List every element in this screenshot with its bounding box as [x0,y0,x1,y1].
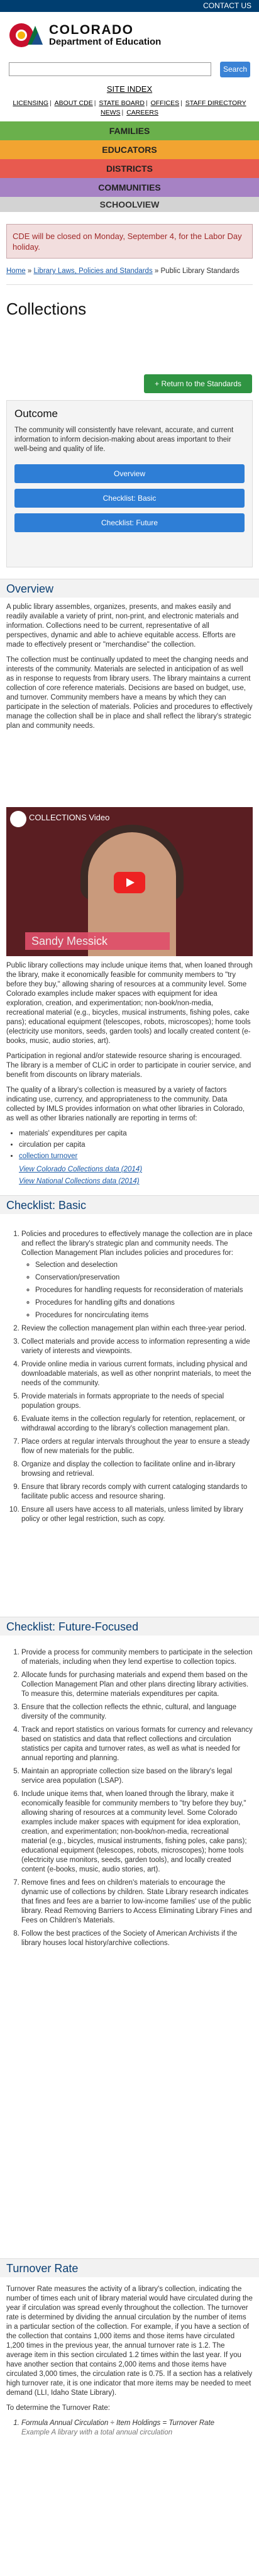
breadcrumb-library[interactable]: Library Laws, Policies and Standards [33,267,152,275]
checklist-item: Review the collection management plan wi… [21,1324,253,1334]
checklist-item: Maintain an appropriate collection size … [21,1767,253,1786]
overview-text-2: Public library collections may include u… [6,961,253,1192]
search-button[interactable]: Search [220,61,250,77]
checklist-item: Evaluate items in the collection regular… [21,1415,253,1434]
util-link-about[interactable]: ABOUT CDE [55,99,93,107]
turnover-p1: Turnover Rate measures the activity of a… [6,2285,253,2397]
sub-item: Procedures for noncirculating items [35,1311,253,1320]
checklist-basic-list: Policies and procedures to effectively m… [6,1230,253,1528]
checklist-basic-heading: Checklist: Basic [0,1195,259,1214]
util-link-licensing[interactable]: LICENSING [13,99,48,107]
colorado-data-link[interactable]: View Colorado Collections data (2014) [19,1166,142,1173]
checklist-item: Remove fines and fees on children's mate… [21,1878,253,1926]
checklist-item: Organize and display the collection to f… [21,1460,253,1479]
checklist-item: Provide materials in formats appropriate… [21,1392,253,1411]
sub-item: Conservation/preservation [35,1273,253,1283]
collections-video[interactable]: COLLECTIONS Video Sandy Messick [6,807,253,956]
checklist-item-text: Policies and procedures to effectively m… [21,1230,253,1257]
checklist-item: Collect materials and provide access to … [21,1337,253,1356]
checklist-item: Ensure all users have access to all mate… [21,1505,253,1524]
checklist-future-button[interactable]: Checklist: Future [14,513,245,532]
checklist-item: Include unique items that, when loaned t… [21,1790,253,1875]
nav-districts[interactable]: DISTRICTS [0,159,259,178]
breadcrumb-sep: » [25,267,34,275]
checklist-item: Ensure that the collection reflects the … [21,1703,253,1722]
contact-us-link[interactable]: CONTACT US [203,1,251,10]
checklist-item: Follow the best practices of the Society… [21,1929,253,1948]
formula-item: Formula Annual Circulation ÷ Item Holdin… [21,2419,253,2428]
search-row: Search [0,56,259,82]
metric-item: materials' expenditures per capita [19,1129,253,1139]
national-data-link[interactable]: View National Collections data (2014) [19,1178,140,1185]
colorado-logo[interactable] [9,20,43,51]
util-link-news[interactable]: NEWS [101,109,121,116]
checklist-future-heading: Checklist: Future-Focused [0,1617,259,1636]
breadcrumb-home[interactable]: Home [6,267,26,275]
checklist-item: Track and report statistics on various f… [21,1726,253,1763]
turnover-p2: To determine the Turnover Rate: [6,2404,110,2412]
page-title: Collections [6,299,87,318]
turnover-heading: Turnover Rate [0,2258,259,2277]
turnover-example: Example A library with a total annual ci… [21,2429,173,2436]
outcome-title: Outcome [14,408,58,420]
overview-p5: The quality of a library's collection is… [6,1086,245,1122]
sub-item: Procedures for handling gifts and donati… [35,1298,253,1308]
util-link-state-board[interactable]: STATE BOARD [99,99,145,107]
overview-p4: Participation in regional and/or statewi… [6,1052,251,1079]
return-to-standards-button[interactable]: + Return to the Standards [144,374,252,393]
metric-item: circulation per capita [19,1140,253,1150]
overview-p3: Public library collections may include u… [6,962,253,1045]
overview-p2: The collection must be continually updat… [6,656,253,730]
checklist-future-list: Provide a process for community members … [6,1648,253,1952]
overview-text: A public library assembles, organizes, p… [6,603,253,737]
outcome-box: Outcome The community will consistently … [6,400,253,567]
breadcrumb-sep: » [152,267,161,275]
schoolview-label: SCHOOLVIEW [99,199,160,209]
outcome-text: The community will consistently have rel… [14,426,234,453]
logo-title: COLORADO [49,23,134,38]
checklist-item: Allocate funds for purchasing materials … [21,1671,253,1699]
metric-item: collection turnover [19,1152,253,1161]
util-link-careers[interactable]: CAREERS [126,109,158,116]
sub-item: Procedures for handling requests for rec… [35,1286,253,1295]
site-index: SITE INDEX [0,82,259,96]
video-name-caption: Sandy Messick [25,932,170,950]
turnover-text: Turnover Rate measures the activity of a… [6,2285,253,2443]
utility-links: LICENSING | ABOUT CDE | STATE BOARD | OFFIC… [13,99,246,116]
top-bar: CONTACT US [0,0,259,12]
breadcrumb: Home » Library Laws, Policies and Standa… [6,266,253,285]
nav-families[interactable]: FAMILIES [0,121,259,140]
collection-turnover-link[interactable]: collection turnover [19,1152,77,1160]
closure-alert: CDE will be closed on Monday, September … [6,224,253,259]
search-input[interactable] [9,62,211,76]
checklist-item: Provide online media in various current … [21,1360,253,1388]
nav-schoolview[interactable]: SCHOOLVIEW [0,197,259,212]
site-index-link[interactable]: SITE INDEX [107,84,152,94]
util-link-staff-directory[interactable]: STAFF DIRECTORY [185,99,246,107]
channel-avatar [10,811,26,827]
checklist-item: Policies and procedures to effectively m… [21,1230,253,1320]
brand-header: COLORADO Department of Education [0,12,259,56]
logo-subtitle: Department of Education [49,36,162,48]
checklist-item: Provide a process for community members … [21,1648,253,1667]
nav-communities[interactable]: COMMUNITIES [0,178,259,197]
checklist-item: Place orders at regular intervals throug… [21,1437,253,1456]
overview-p1: A public library assembles, organizes, p… [6,603,239,649]
breadcrumb-current: Public Library Standards [160,267,240,275]
video-title: COLLECTIONS Video [29,813,110,822]
nav-educators[interactable]: EDUCATORS [0,140,259,159]
overview-heading: Overview [0,579,259,598]
sub-item: Selection and deselection [35,1261,253,1270]
checklist-basic-button[interactable]: Checklist: Basic [14,488,245,508]
checklist-item: Ensure that library records comply with … [21,1483,253,1502]
util-link-offices[interactable]: OFFICES [151,99,180,107]
play-icon[interactable] [114,872,145,893]
overview-button[interactable]: Overview [14,464,245,483]
